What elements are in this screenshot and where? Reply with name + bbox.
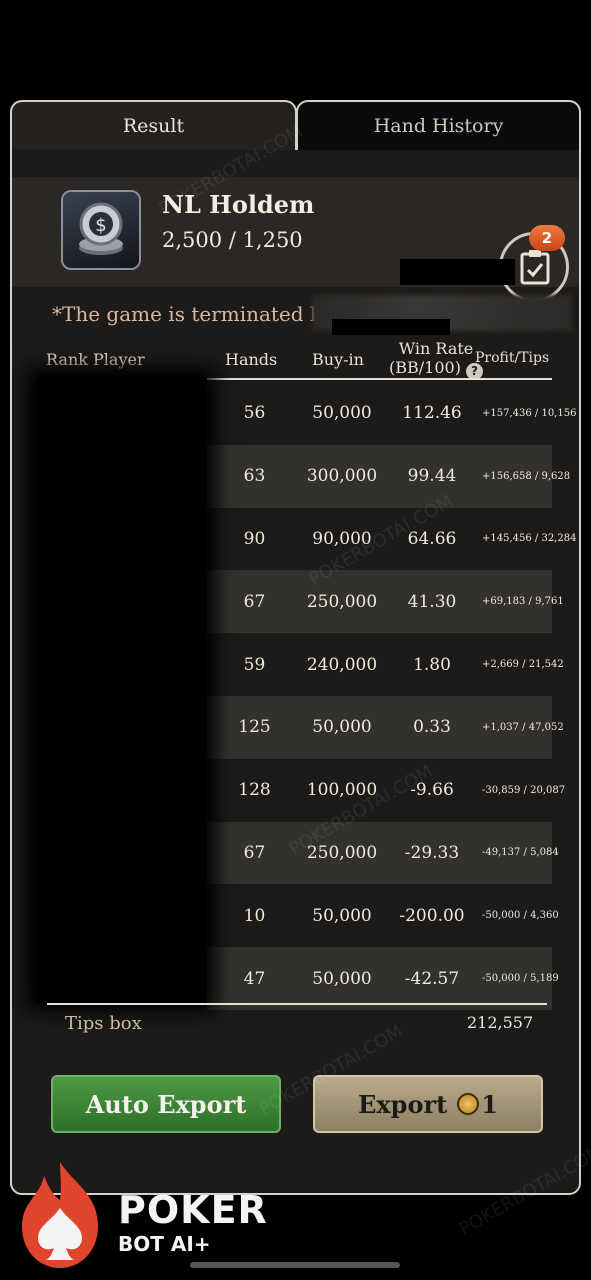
- buyin-cell: 240,000: [306, 654, 378, 675]
- buyin-cell: 50,000: [312, 403, 372, 424]
- redacted-player-column: [36, 377, 206, 1002]
- svg-text:$: $: [95, 215, 106, 236]
- hands-cell: 125: [238, 717, 271, 738]
- header-divider: [207, 378, 552, 380]
- profit-tips-cell: +1,037 / 47,052: [482, 721, 564, 733]
- hands-cell: 67: [243, 591, 266, 612]
- hands-cell: 90: [243, 528, 266, 549]
- win-rate-cell: 99.44: [407, 466, 457, 487]
- flame-spade-icon: [22, 1162, 98, 1268]
- table-row: 67 250,000 -29.33 -49,137 / 5,084: [207, 821, 559, 885]
- win-rate-cell: -200.00: [399, 905, 465, 926]
- auto-export-label: Auto Export: [85, 1089, 247, 1119]
- win-rate-cell: -9.66: [410, 780, 454, 801]
- win-rate-cell: -29.33: [404, 842, 460, 863]
- tab-hand-history-label: Hand History: [373, 115, 504, 137]
- profit-tips-cell: -30,859 / 20,087: [482, 784, 566, 796]
- win-rate-cell: 112.46: [402, 403, 462, 424]
- tab-hand-history[interactable]: Hand History: [296, 100, 581, 150]
- game-blinds: 2,500 / 1,250: [162, 228, 303, 252]
- table-row: 125 50,000 0.33 +1,037 / 47,052: [207, 695, 564, 759]
- header-rank-player: Rank Player: [46, 350, 145, 369]
- tab-result[interactable]: Result: [10, 100, 297, 150]
- win-rate-cell: 1.80: [413, 654, 451, 675]
- redacted-block: [332, 319, 450, 335]
- tips-box-value: 212,557: [467, 1013, 534, 1032]
- export-label: Export: [358, 1089, 448, 1119]
- results-table: 56 50,000 112.46 +157,436 / 10,156 63 300,000…: [207, 382, 577, 1010]
- win-rate-cell: 0.33: [413, 717, 451, 738]
- brand-word: POKER: [118, 1188, 268, 1232]
- header-buyin: Buy-in: [312, 350, 364, 369]
- buyin-cell: 250,000: [306, 842, 378, 863]
- export-button[interactable]: Export 1: [313, 1075, 543, 1133]
- buyin-cell: 100,000: [306, 780, 378, 801]
- table-row: 10 50,000 -200.00 -50,000 / 4,360: [207, 884, 559, 947]
- profit-tips-cell: -49,137 / 5,084: [482, 847, 559, 859]
- profit-tips-cell: +156,658 / 9,628: [482, 470, 571, 482]
- pokerbot-logo: POKER BOT AI+: [10, 1160, 270, 1270]
- header-hands: Hands: [225, 350, 278, 369]
- tab-result-label: Result: [122, 115, 185, 137]
- table-row: 90 90,000 64.66 +145,456 / 32,284: [207, 508, 577, 571]
- table-row: 56 50,000 112.46 +157,436 / 10,156: [207, 382, 577, 445]
- footer-divider: [47, 1003, 547, 1005]
- header-win-rate-line2: (BB/100) ?: [389, 358, 484, 380]
- profit-tips-cell: -50,000 / 4,360: [482, 910, 559, 922]
- export-cost: 1: [481, 1089, 498, 1119]
- coin-icon: [457, 1093, 480, 1115]
- header-win-rate: Win Rate (BB/100) ?: [389, 339, 484, 380]
- hands-cell: 67: [243, 842, 266, 863]
- win-rate-cell: 64.66: [407, 528, 457, 549]
- table-row: 47 50,000 -42.57 -50,000 / 5,189: [207, 947, 559, 1010]
- buyin-cell: 50,000: [312, 717, 372, 738]
- hands-cell: 47: [243, 968, 266, 989]
- profit-tips-cell: +69,183 / 9,761: [482, 596, 564, 608]
- brand-sub: BOT AI+: [118, 1232, 211, 1256]
- profit-tips-cell: +2,669 / 21,542: [482, 659, 564, 671]
- table-row: 63 300,000 99.44 +156,658 / 9,628: [207, 444, 571, 508]
- table-row: 128 100,000 -9.66 -30,859 / 20,087: [207, 759, 566, 822]
- notification-badge: 2: [529, 225, 565, 251]
- auto-export-button[interactable]: Auto Export: [51, 1075, 281, 1133]
- poker-chip-icon: $: [61, 190, 141, 270]
- table-row: 67 250,000 41.30 +69,183 / 9,761: [207, 570, 564, 634]
- buyin-cell: 50,000: [312, 905, 372, 926]
- header-win-rate-line1: Win Rate: [398, 339, 474, 358]
- buyin-cell: 250,000: [306, 591, 378, 612]
- profit-tips-cell: +157,436 / 10,156: [482, 407, 577, 419]
- hands-cell: 10: [243, 905, 266, 926]
- buyin-cell: 90,000: [312, 528, 372, 549]
- hands-cell: 56: [243, 403, 266, 424]
- result-panel: $ NL Holdem 2,500 / 1,250 2 *The game is…: [10, 145, 581, 1195]
- terminated-notice: *The game is terminated by: [52, 302, 335, 326]
- profit-tips-cell: -50,000 / 5,189: [482, 973, 559, 985]
- buyin-cell: 50,000: [312, 968, 372, 989]
- win-rate-cell: -42.57: [404, 968, 460, 989]
- hands-cell: 63: [243, 466, 266, 487]
- header-profit-tips: Profit/Tips: [475, 350, 550, 366]
- win-rate-cell: 41.30: [407, 591, 457, 612]
- game-title: NL Holdem: [162, 190, 315, 219]
- tips-box-label: Tips box: [65, 1013, 142, 1034]
- hands-cell: 59: [243, 654, 266, 675]
- home-indicator[interactable]: [190, 1262, 400, 1268]
- table-row: 59 240,000 1.80 +2,669 / 21,542: [207, 633, 564, 696]
- profit-tips-cell: +145,456 / 32,284: [482, 533, 577, 545]
- header-win-rate-unit: (BB/100): [389, 358, 461, 377]
- buyin-cell: 300,000: [306, 466, 378, 487]
- hands-cell: 128: [238, 780, 271, 801]
- redacted-block: [400, 259, 515, 285]
